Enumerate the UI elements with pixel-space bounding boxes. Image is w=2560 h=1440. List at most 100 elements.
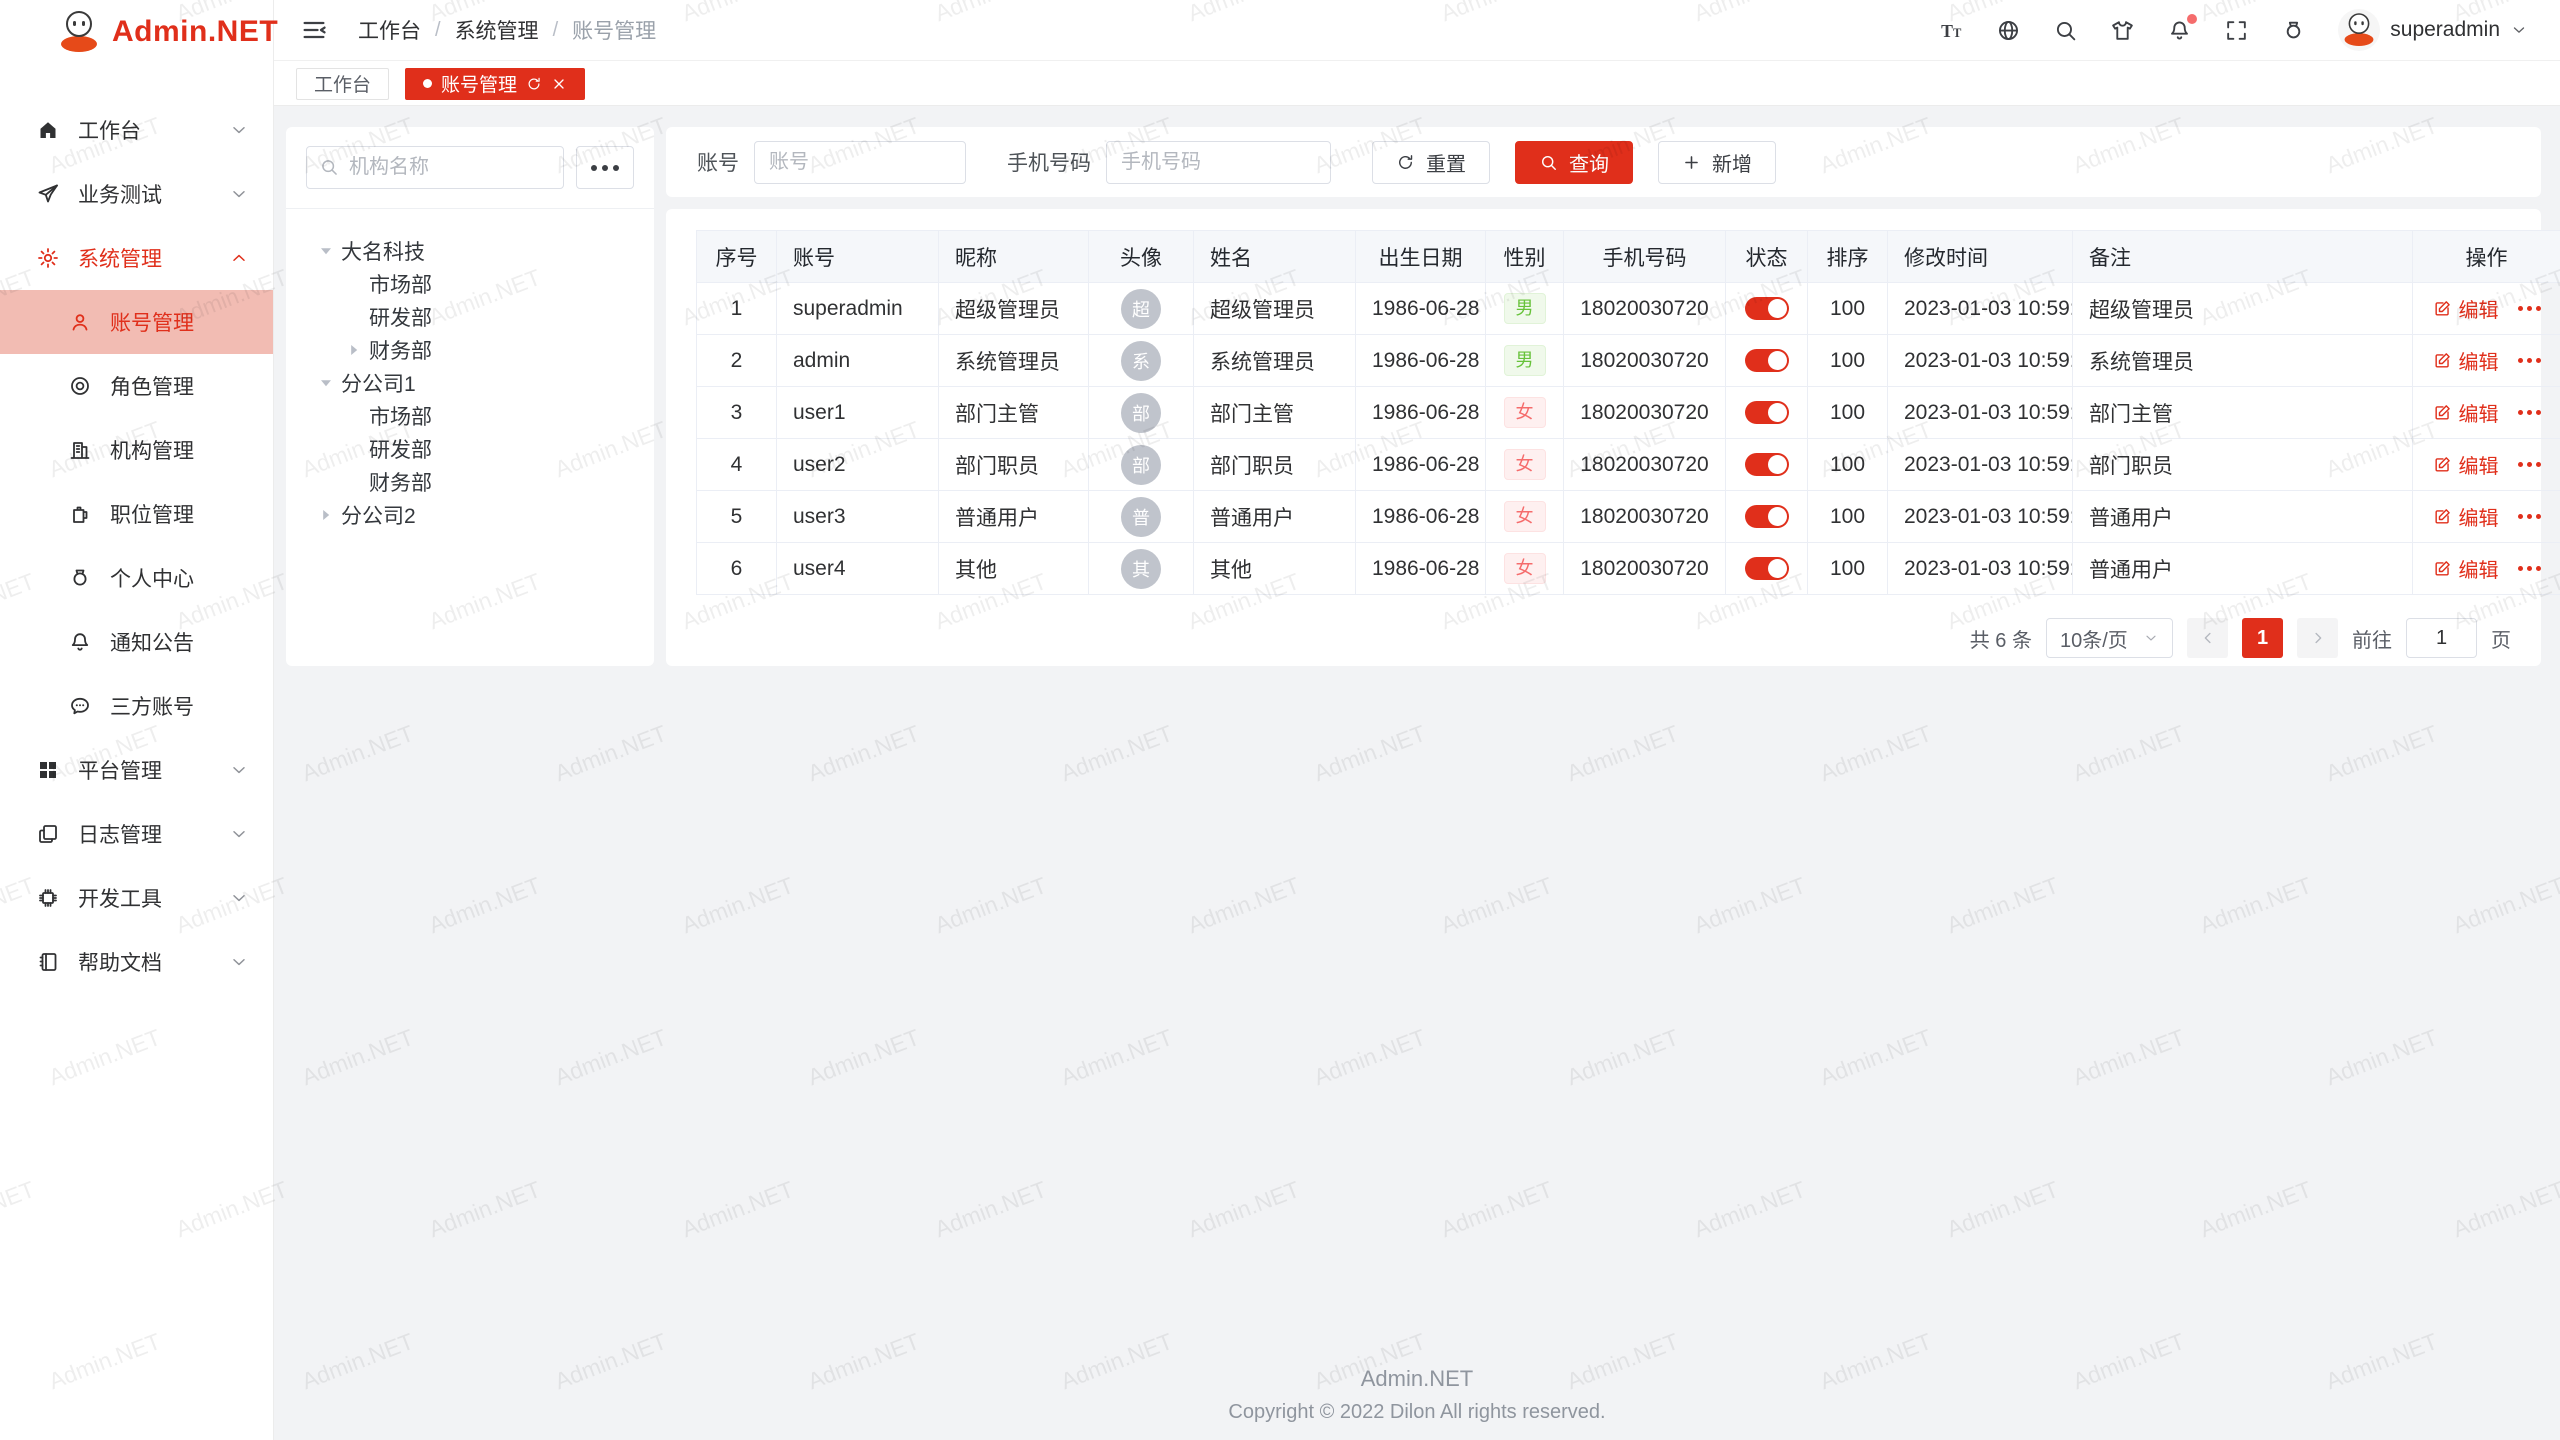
close-icon[interactable] bbox=[551, 76, 567, 92]
sidebar-item-role[interactable]: 角色管理 bbox=[0, 354, 273, 418]
account-input[interactable] bbox=[754, 141, 966, 184]
breadcrumb-item[interactable]: 系统管理 bbox=[455, 15, 539, 45]
table-row: 3user1部门主管部部门主管1986-06-28女18020030720100… bbox=[697, 387, 2560, 439]
org-more-button[interactable] bbox=[576, 146, 634, 189]
tree-node[interactable]: 财务部 bbox=[306, 333, 634, 366]
tree-node[interactable]: 市场部 bbox=[306, 399, 634, 432]
more-actions-button[interactable] bbox=[2518, 410, 2541, 415]
cell-remark: 超级管理员 bbox=[2073, 283, 2413, 335]
svg-text:T: T bbox=[1953, 25, 1962, 39]
sidebar-item-label: 个人中心 bbox=[110, 563, 249, 593]
breadcrumb: 工作台/系统管理/账号管理 bbox=[358, 15, 656, 45]
sidebar-item-chat[interactable]: 三方账号 bbox=[0, 674, 273, 738]
status-toggle[interactable] bbox=[1745, 505, 1789, 528]
cell-sort: 100 bbox=[1808, 387, 1888, 439]
more-actions-button[interactable] bbox=[2518, 566, 2541, 571]
query-button[interactable]: 查询 bbox=[1515, 141, 1633, 184]
sidebar-item-profile[interactable]: 个人中心 bbox=[0, 546, 273, 610]
caret-down-icon[interactable] bbox=[318, 375, 334, 391]
status-toggle[interactable] bbox=[1745, 453, 1789, 476]
user-menu[interactable]: superadmin bbox=[2338, 9, 2528, 51]
sidebar-item-user[interactable]: 账号管理 bbox=[0, 290, 273, 354]
cell-index: 5 bbox=[697, 491, 777, 543]
cell-gender: 女 bbox=[1486, 491, 1564, 543]
language-icon[interactable] bbox=[1996, 18, 2021, 43]
tree-node[interactable]: 大名科技 bbox=[306, 234, 634, 267]
reset-button[interactable]: 重置 bbox=[1372, 141, 1490, 184]
cell-phone: 18020030720 bbox=[1564, 387, 1726, 439]
sidebar-item-bell[interactable]: 通知公告 bbox=[0, 610, 273, 674]
edit-button[interactable]: 编辑 bbox=[2433, 294, 2499, 323]
logo[interactable]: Admin.NET bbox=[0, 0, 273, 64]
sidebar-item-org[interactable]: 机构管理 bbox=[0, 418, 273, 482]
notification-icon[interactable] bbox=[2167, 18, 2192, 43]
breadcrumb-item[interactable]: 工作台 bbox=[358, 15, 421, 45]
prev-page-button[interactable] bbox=[2187, 618, 2228, 658]
cell-op: 编辑 bbox=[2413, 283, 2560, 335]
sidebar-item-label: 日志管理 bbox=[78, 819, 211, 849]
tree-node[interactable]: 市场部 bbox=[306, 267, 634, 300]
profile-icon[interactable] bbox=[2281, 18, 2306, 43]
cell-sort: 100 bbox=[1808, 283, 1888, 335]
caret-right-icon[interactable] bbox=[346, 342, 362, 358]
sidebar-item-tools[interactable]: 开发工具 bbox=[0, 866, 273, 930]
sidebar-item-docs[interactable]: 帮助文档 bbox=[0, 930, 273, 994]
avatar: 其 bbox=[1121, 549, 1161, 589]
goto-page-input[interactable] bbox=[2406, 618, 2477, 658]
caret-right-icon[interactable] bbox=[318, 507, 334, 523]
page-size-select[interactable]: 10条/页 bbox=[2046, 618, 2173, 658]
edit-button[interactable]: 编辑 bbox=[2433, 502, 2499, 531]
page-1-button[interactable]: 1 bbox=[2242, 618, 2283, 658]
cell-avatar: 系 bbox=[1089, 335, 1194, 387]
sidebar-item-logs[interactable]: 日志管理 bbox=[0, 802, 273, 866]
next-page-button[interactable] bbox=[2297, 618, 2338, 658]
svg-text:T: T bbox=[1941, 20, 1953, 40]
tab-item[interactable]: 工作台 bbox=[296, 68, 389, 100]
tree-node[interactable]: 财务部 bbox=[306, 465, 634, 498]
menu-fold-icon[interactable] bbox=[300, 16, 328, 44]
font-size-icon[interactable]: TT bbox=[1939, 18, 1964, 43]
status-toggle[interactable] bbox=[1745, 297, 1789, 320]
edit-button[interactable]: 编辑 bbox=[2433, 554, 2499, 583]
status-toggle[interactable] bbox=[1745, 557, 1789, 580]
sidebar-item-grid[interactable]: 平台管理 bbox=[0, 738, 273, 802]
gender-tag: 男 bbox=[1504, 293, 1546, 325]
fullscreen-icon[interactable] bbox=[2224, 18, 2249, 43]
status-toggle[interactable] bbox=[1745, 401, 1789, 424]
tree-node[interactable]: 研发部 bbox=[306, 432, 634, 465]
cell-gender: 男 bbox=[1486, 335, 1564, 387]
sidebar-item-home[interactable]: 工作台 bbox=[0, 98, 273, 162]
caret-down-icon[interactable] bbox=[318, 243, 334, 259]
phone-input[interactable] bbox=[1106, 141, 1331, 184]
tab-active[interactable]: 账号管理 bbox=[405, 68, 585, 100]
refresh-icon[interactable] bbox=[526, 76, 542, 92]
theme-icon[interactable] bbox=[2110, 18, 2135, 43]
more-actions-button[interactable] bbox=[2518, 358, 2541, 363]
gender-tag: 女 bbox=[1504, 449, 1546, 481]
edit-button[interactable]: 编辑 bbox=[2433, 346, 2499, 375]
more-actions-button[interactable] bbox=[2518, 462, 2541, 467]
sidebar-item-position[interactable]: 职位管理 bbox=[0, 482, 273, 546]
org-search-input[interactable] bbox=[306, 146, 564, 189]
cell-birth: 1986-06-28 bbox=[1356, 439, 1486, 491]
tree-node[interactable]: 分公司2 bbox=[306, 498, 634, 531]
logs-icon bbox=[36, 822, 60, 846]
sidebar-item-gear[interactable]: 系统管理 bbox=[0, 226, 273, 290]
caret-placeholder bbox=[346, 441, 362, 457]
sidebar-item-label: 工作台 bbox=[78, 115, 211, 145]
refresh-icon bbox=[1396, 153, 1415, 172]
edit-button[interactable]: 编辑 bbox=[2433, 398, 2499, 427]
sidebar-item-send[interactable]: 业务测试 bbox=[0, 162, 273, 226]
status-toggle[interactable] bbox=[1745, 349, 1789, 372]
add-button[interactable]: 新增 bbox=[1658, 141, 1776, 184]
row-actions: 编辑 bbox=[2429, 554, 2544, 583]
tree-node[interactable]: 研发部 bbox=[306, 300, 634, 333]
more-actions-button[interactable] bbox=[2518, 514, 2541, 519]
edit-button[interactable]: 编辑 bbox=[2433, 450, 2499, 479]
cell-op: 编辑 bbox=[2413, 491, 2560, 543]
more-actions-button[interactable] bbox=[2518, 306, 2541, 311]
tree-node[interactable]: 分公司1 bbox=[306, 366, 634, 399]
avatar-mascot-icon bbox=[2342, 13, 2376, 47]
search-icon[interactable] bbox=[2053, 18, 2078, 43]
cell-phone: 18020030720 bbox=[1564, 491, 1726, 543]
